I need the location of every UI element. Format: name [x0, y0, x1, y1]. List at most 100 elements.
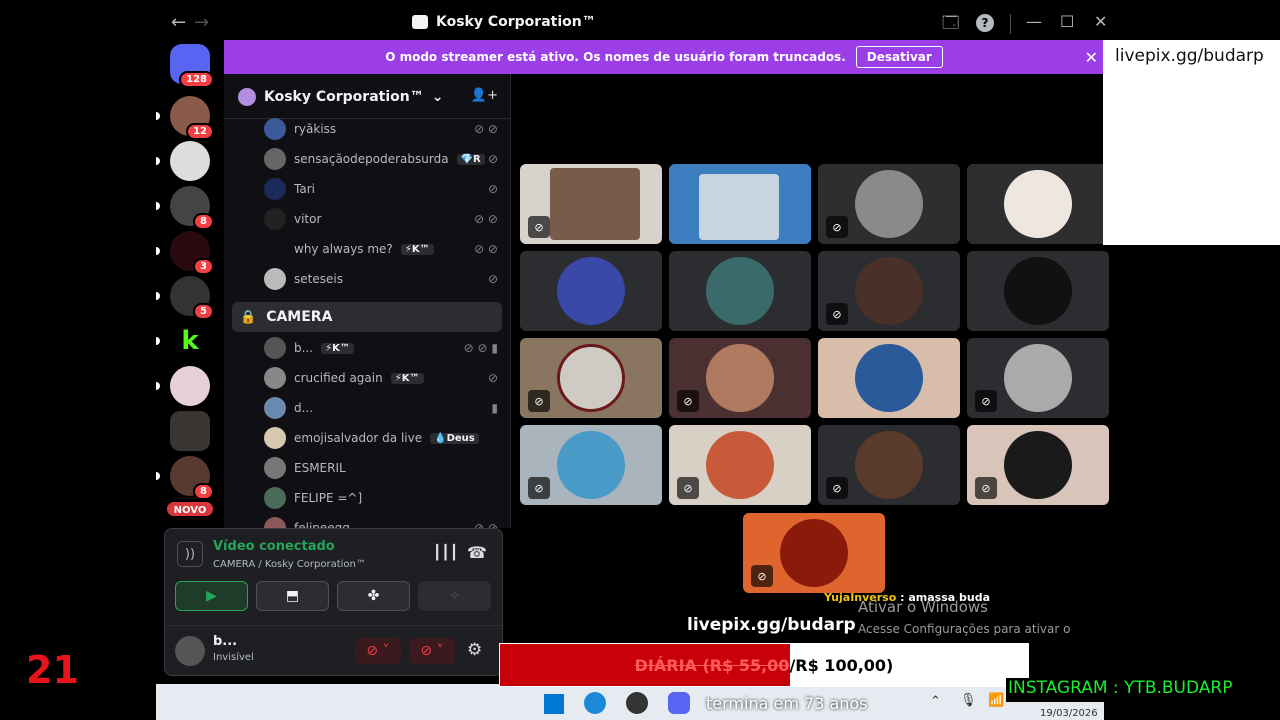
- server-badge: 3: [193, 258, 214, 275]
- invite-icon[interactable]: 👤+: [471, 88, 498, 103]
- deafen-button[interactable]: ⊘ ˅: [409, 638, 455, 664]
- unread-pill: [156, 157, 160, 165]
- soundboard-button[interactable]: ✧: [418, 581, 491, 611]
- voice-member[interactable]: d...: [264, 394, 313, 422]
- video-tile[interactable]: [669, 251, 811, 331]
- member-name: felipeegg: [294, 521, 350, 528]
- video-tile[interactable]: ⊘: [818, 251, 960, 331]
- server-icon-5[interactable]: 5: [170, 276, 214, 320]
- activate-sub: Acesse Configurações para ativar o: [858, 622, 1071, 636]
- avatar: [264, 427, 286, 449]
- voice-member[interactable]: ryãkiss: [264, 115, 336, 143]
- close-icon[interactable]: ✕: [1094, 12, 1107, 31]
- livepix-link: livepix.gg/budarp: [687, 615, 856, 635]
- discord-icon[interactable]: [668, 692, 690, 714]
- obs-icon[interactable]: [626, 692, 648, 714]
- voice-channel-camera[interactable]: 🔒 CAMERA: [232, 302, 502, 332]
- video-tile[interactable]: ⊘: [818, 164, 960, 244]
- avatar[interactable]: [175, 636, 205, 666]
- unread-pill: [156, 202, 160, 210]
- voice-member[interactable]: ESMERIL: [264, 454, 346, 482]
- video-feed: [699, 174, 779, 240]
- video-tile[interactable]: ⊘: [520, 338, 662, 418]
- back-icon[interactable]: ←: [171, 12, 186, 33]
- voice-member[interactable]: b... ⚡K™: [264, 334, 354, 362]
- video-tile[interactable]: ⊘: [743, 513, 885, 593]
- video-tile[interactable]: [520, 251, 662, 331]
- new-badge[interactable]: NOVO: [165, 500, 215, 518]
- member-name: ryãkiss: [294, 122, 337, 136]
- voice-member[interactable]: FELIPE =^]: [264, 484, 362, 512]
- video-tile[interactable]: ⊘: [669, 338, 811, 418]
- video-tile[interactable]: ⊘: [967, 338, 1109, 418]
- member-tag: ⚡K™: [400, 243, 434, 255]
- voice-member[interactable]: felipeegg: [264, 514, 350, 528]
- goal-label: DIÁRIA (R$ 55,00/R$ 100,00): [500, 644, 1028, 686]
- video-tile[interactable]: [967, 164, 1109, 244]
- voice-status: Vídeo conectado: [213, 539, 335, 554]
- discord-logo-icon: [412, 15, 428, 29]
- server-icon-8[interactable]: [170, 411, 210, 451]
- video-tile[interactable]: ⊘: [520, 425, 662, 505]
- server-icon-2[interactable]: [170, 141, 210, 181]
- avatar: [706, 344, 774, 412]
- avatar: [264, 238, 286, 260]
- video-off-icon: ⊘: [826, 303, 848, 325]
- member-name: b...: [294, 341, 314, 355]
- disconnect-icon[interactable]: ☎: [467, 543, 487, 562]
- voice-member[interactable]: why always me? ⚡K™: [264, 235, 434, 263]
- edge-icon[interactable]: [584, 692, 606, 714]
- voice-member[interactable]: Tari: [264, 175, 315, 203]
- noise-suppression-icon[interactable]: ┃┃┃: [433, 545, 458, 561]
- windows-taskbar: ⌃ 🎙 📶: [156, 684, 1104, 720]
- video-off-icon: ⊘: [677, 477, 699, 499]
- voice-channel-path[interactable]: CAMERA / Kosky Corporation™: [213, 559, 366, 570]
- video-tile[interactable]: ⊘: [967, 425, 1109, 505]
- video-tile[interactable]: ⊘: [520, 164, 662, 244]
- home-button[interactable]: 128: [170, 44, 214, 88]
- server-icon-1[interactable]: 12: [170, 96, 214, 140]
- video-tile[interactable]: [967, 251, 1109, 331]
- forward-icon[interactable]: →: [194, 12, 209, 33]
- avatar: [1004, 431, 1072, 499]
- server-icon-9[interactable]: 8: [170, 456, 214, 500]
- video-tile[interactable]: ⊘: [818, 425, 960, 505]
- video-tile[interactable]: [669, 164, 811, 244]
- start-icon[interactable]: [544, 694, 564, 714]
- mute-mic-button[interactable]: ⊘ ˅: [355, 638, 401, 664]
- help-icon[interactable]: ?: [976, 14, 994, 32]
- minimize-icon[interactable]: —: [1026, 12, 1042, 31]
- chevron-up-icon[interactable]: ⌃: [930, 694, 941, 709]
- window-title-text: Kosky Corporation™: [436, 14, 596, 30]
- voice-member[interactable]: sensaçãodepoderabsurda 💎R: [264, 145, 485, 173]
- wifi-icon[interactable]: 📶: [988, 693, 1004, 708]
- voice-member[interactable]: vitor: [264, 205, 321, 233]
- kick-server-icon[interactable]: k: [170, 321, 210, 361]
- server-icon-4[interactable]: 3: [170, 231, 214, 275]
- camera-button[interactable]: ▶: [175, 581, 248, 611]
- voice-member[interactable]: emojisalvador da live 💧Deus: [264, 424, 479, 452]
- voice-member[interactable]: crucified again ⚡K™: [264, 364, 424, 392]
- banner-close-icon[interactable]: ✕: [1085, 48, 1098, 67]
- activities-button[interactable]: ✤: [337, 581, 410, 611]
- share-screen-button[interactable]: ⬒: [256, 581, 329, 611]
- maximize-icon[interactable]: ☐: [1060, 12, 1074, 31]
- unread-pill: [156, 337, 160, 345]
- signal-icon[interactable]: )): [177, 541, 203, 567]
- member-name: sensaçãodepoderabsurda: [294, 152, 449, 166]
- server-icon-7[interactable]: [170, 366, 210, 406]
- server-icon-3[interactable]: 8: [170, 186, 214, 230]
- inbox-icon[interactable]: 🗔: [942, 12, 959, 39]
- avatar: [855, 431, 923, 499]
- server-badge: 5: [193, 303, 214, 320]
- microphone-icon[interactable]: 🎙: [960, 693, 977, 708]
- disable-streamer-button[interactable]: Desativar: [855, 46, 943, 68]
- mute-icon: ⊘: [487, 152, 498, 166]
- avatar: [264, 397, 286, 419]
- mute-deafen-icons: ⊘ ⊘: [474, 212, 498, 226]
- video-tile[interactable]: ⊘: [669, 425, 811, 505]
- voice-member[interactable]: seteseis: [264, 265, 343, 293]
- video-tile[interactable]: [818, 338, 960, 418]
- settings-gear-icon[interactable]: ⚙: [467, 640, 482, 660]
- server-header[interactable]: Kosky Corporation™ ⌄: [238, 88, 443, 106]
